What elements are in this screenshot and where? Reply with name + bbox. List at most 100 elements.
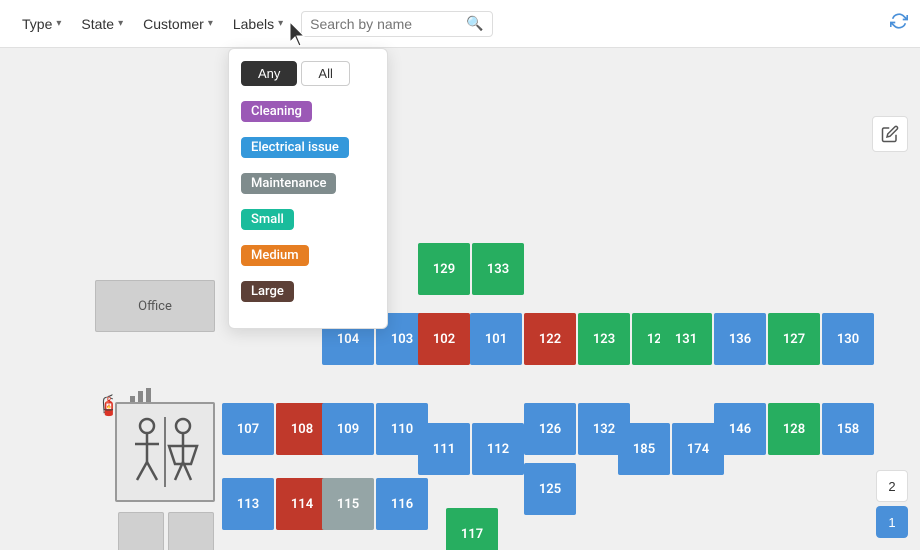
medium-tag: Medium (241, 245, 309, 266)
room-number-r136: 136 (729, 332, 751, 347)
labels-filter-button[interactable]: Labels ▾ (223, 10, 293, 38)
room-r125[interactable]: 125 (524, 463, 576, 515)
room-number-r130: 130 (837, 332, 859, 347)
office-box: Office (95, 280, 215, 332)
room-r126[interactable]: 126 (524, 403, 576, 455)
room-r122[interactable]: 122 (524, 313, 576, 365)
room-r129[interactable]: 129 (418, 243, 470, 295)
labels-chevron-icon: ▾ (278, 18, 283, 29)
room-number-r107: 107 (237, 422, 259, 437)
type-label: Type (22, 16, 52, 32)
label-electrical[interactable]: Electrical issue (241, 136, 375, 158)
room-r112[interactable]: 112 (472, 423, 524, 475)
label-cleaning[interactable]: Cleaning (241, 100, 375, 122)
bathroom-box (115, 402, 215, 502)
page-1-button[interactable]: 1 (876, 506, 908, 538)
electrical-tag: Electrical issue (241, 137, 349, 158)
customer-label: Customer (143, 16, 204, 32)
floor-plan: Office 🧯 (0, 48, 920, 550)
room-r123[interactable]: 123 (578, 313, 630, 365)
room-r130[interactable]: 130 (822, 313, 874, 365)
room-number-r114: 114 (291, 497, 313, 512)
top-right-actions (890, 12, 908, 35)
page-2-button[interactable]: 2 (876, 470, 908, 502)
label-small[interactable]: Small (241, 208, 375, 230)
small-box-right (168, 512, 214, 550)
room-r115[interactable]: 115 (322, 478, 374, 530)
room-number-r101: 101 (485, 332, 507, 347)
room-r114[interactable]: 114 (276, 478, 328, 530)
state-filter-button[interactable]: State ▾ (71, 10, 133, 38)
room-number-r158: 158 (837, 422, 859, 437)
type-chevron-icon: ▾ (56, 18, 61, 29)
customer-chevron-icon: ▾ (208, 18, 213, 29)
large-tag: Large (241, 281, 294, 302)
room-r128[interactable]: 128 (768, 403, 820, 455)
room-r113[interactable]: 113 (222, 478, 274, 530)
room-number-r111: 111 (433, 442, 455, 457)
room-number-r131: 131 (675, 332, 697, 347)
edit-button[interactable] (872, 116, 908, 152)
room-r127[interactable]: 127 (768, 313, 820, 365)
room-r133[interactable]: 133 (472, 243, 524, 295)
room-r101[interactable]: 101 (470, 313, 522, 365)
room-number-r127: 127 (783, 332, 805, 347)
office-label: Office (138, 299, 172, 314)
room-r117[interactable]: 117 (446, 508, 498, 550)
customer-filter-button[interactable]: Customer ▾ (133, 10, 223, 38)
room-number-r112: 112 (487, 442, 509, 457)
room-number-r102: 102 (433, 332, 455, 347)
room-r108[interactable]: 108 (276, 403, 328, 455)
room-r116[interactable]: 116 (376, 478, 428, 530)
room-number-r133: 133 (487, 262, 509, 277)
room-number-r125: 125 (539, 482, 561, 497)
room-number-r113: 113 (237, 497, 259, 512)
room-number-r128: 128 (783, 422, 805, 437)
tab-any-button[interactable]: Any (241, 61, 297, 86)
room-number-r116: 116 (391, 497, 413, 512)
cleaning-tag: Cleaning (241, 101, 312, 122)
room-number-r185: 185 (633, 442, 655, 457)
room-number-r109: 109 (337, 422, 359, 437)
room-number-r104: 104 (337, 332, 359, 347)
pagination: 2 1 (876, 470, 908, 538)
room-r102[interactable]: 102 (418, 313, 470, 365)
room-number-r117: 117 (461, 527, 483, 542)
labels-label: Labels (233, 16, 274, 32)
room-number-r132: 132 (593, 422, 615, 437)
search-icon: 🔍 (466, 16, 483, 32)
room-r185[interactable]: 185 (618, 423, 670, 475)
state-chevron-icon: ▾ (118, 18, 123, 29)
room-r109[interactable]: 109 (322, 403, 374, 455)
room-number-r110: 110 (391, 422, 413, 437)
room-r131[interactable]: 131 (660, 313, 712, 365)
room-number-r115: 115 (337, 497, 359, 512)
type-filter-button[interactable]: Type ▾ (12, 10, 71, 38)
room-number-r146: 146 (729, 422, 751, 437)
refresh-button[interactable] (890, 12, 908, 35)
search-input[interactable] (310, 16, 460, 32)
room-number-r122: 122 (539, 332, 561, 347)
room-r107[interactable]: 107 (222, 403, 274, 455)
dropdown-tabs: Any All (241, 61, 375, 86)
state-label: State (81, 16, 114, 32)
labels-dropdown: Any All Cleaning Electrical issue Mainte… (228, 48, 388, 329)
room-number-r108: 108 (291, 422, 313, 437)
room-number-r129: 129 (433, 262, 455, 277)
label-medium[interactable]: Medium (241, 244, 375, 266)
room-number-r123: 123 (593, 332, 615, 347)
room-r146[interactable]: 146 (714, 403, 766, 455)
room-r136[interactable]: 136 (714, 313, 766, 365)
search-box: 🔍 (301, 11, 492, 37)
label-large[interactable]: Large (241, 280, 375, 302)
maintenance-tag: Maintenance (241, 173, 336, 194)
room-number-r103: 103 (391, 332, 413, 347)
label-maintenance[interactable]: Maintenance (241, 172, 375, 194)
room-number-r174: 174 (687, 442, 709, 457)
small-tag: Small (241, 209, 294, 230)
tab-all-button[interactable]: All (301, 61, 349, 86)
top-bar: Type ▾ State ▾ Customer ▾ Labels ▾ 🔍 (0, 0, 920, 48)
room-r158[interactable]: 158 (822, 403, 874, 455)
small-box-left (118, 512, 164, 550)
room-r111[interactable]: 111 (418, 423, 470, 475)
